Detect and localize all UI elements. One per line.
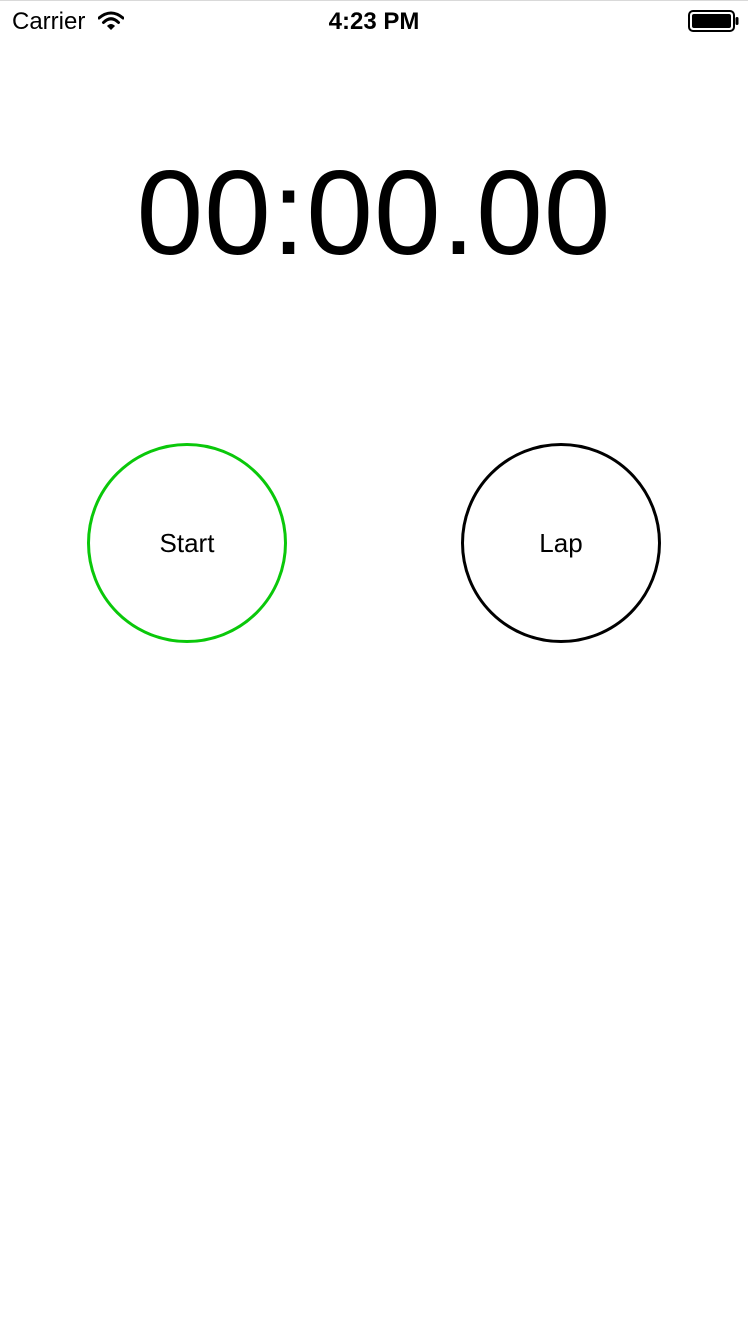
status-bar: Carrier 4:23 PM [0,0,748,42]
status-clock: 4:23 PM [328,8,420,35]
battery-icon [688,10,740,32]
lap-button[interactable]: Lap [461,443,661,643]
stopwatch-display: 00:00.00 [136,146,612,280]
lap-button-label: Lap [539,527,583,558]
start-button-label: Start [159,527,215,558]
start-button[interactable]: Start [87,443,287,643]
